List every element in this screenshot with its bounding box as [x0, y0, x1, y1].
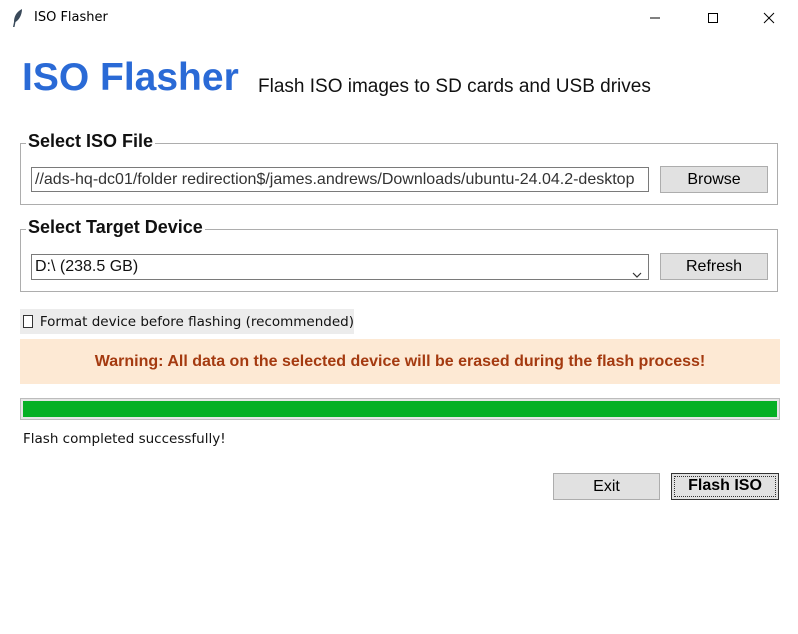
- select-iso-group: Select ISO File //ads-hq-dc01/folder red…: [20, 130, 778, 205]
- format-checkbox-label: Format device before flashing (recommend…: [39, 313, 354, 330]
- close-icon: [763, 9, 775, 28]
- app-heading: ISO Flasher: [22, 56, 239, 99]
- feather-icon: [10, 8, 26, 28]
- close-button[interactable]: [740, 0, 798, 36]
- maximize-icon: [707, 9, 719, 28]
- device-dropdown[interactable]: D:\ (238.5 GB): [31, 254, 649, 280]
- device-dropdown-value: D:\ (238.5 GB): [35, 258, 139, 275]
- app-subtitle: Flash ISO images to SD cards and USB dri…: [258, 76, 651, 97]
- refresh-button[interactable]: Refresh: [660, 253, 768, 280]
- flash-iso-button[interactable]: Flash ISO: [671, 473, 779, 500]
- exit-button[interactable]: Exit: [553, 473, 660, 500]
- minimize-button[interactable]: [626, 0, 684, 36]
- title-bar: ISO Flasher: [0, 0, 798, 36]
- warning-text: Warning: All data on the selected device…: [94, 352, 706, 370]
- progress-fill: [23, 401, 777, 417]
- status-text: Flash completed successfully!: [23, 431, 226, 447]
- format-checkbox[interactable]: [23, 315, 33, 328]
- warning-banner: Warning: All data on the selected device…: [20, 339, 780, 384]
- iso-path-field[interactable]: //ads-hq-dc01/folder redirection$/james.…: [31, 167, 649, 192]
- select-device-label: Select Target Device: [26, 216, 205, 238]
- select-device-group: Select Target Device D:\ (238.5 GB) Refr…: [20, 216, 778, 292]
- select-iso-label: Select ISO File: [26, 130, 156, 152]
- flash-progress-bar: [20, 398, 780, 420]
- window-title: ISO Flasher: [34, 10, 108, 25]
- browse-button[interactable]: Browse: [660, 166, 768, 193]
- maximize-button[interactable]: [684, 0, 742, 36]
- minimize-icon: [649, 9, 661, 28]
- format-option[interactable]: Format device before flashing (recommend…: [20, 309, 354, 334]
- chevron-down-icon: [632, 263, 642, 278]
